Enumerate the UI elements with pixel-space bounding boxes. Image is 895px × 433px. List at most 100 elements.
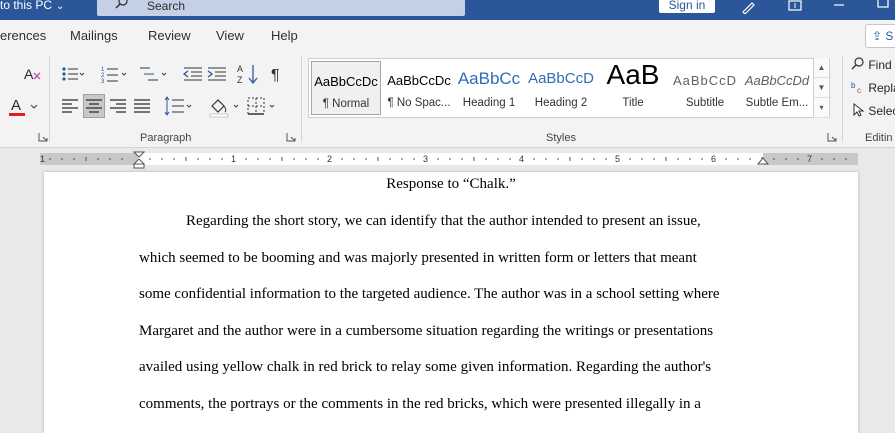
style-sample: AaBbCcD: [528, 70, 594, 87]
find-button[interactable]: Find: [851, 57, 892, 72]
shading-icon[interactable]: [208, 96, 242, 118]
paragraph-dialog-launcher-icon[interactable]: [286, 132, 296, 142]
gallery-down-icon[interactable]: ▼: [814, 78, 829, 98]
minimize-icon[interactable]: [830, 0, 848, 14]
style-heading-2[interactable]: AaBbCcD Heading 2: [526, 61, 596, 115]
align-center-icon: [86, 99, 102, 113]
search-placeholder: Search: [147, 0, 186, 13]
svg-text:Z: Z: [237, 75, 243, 85]
align-center-button[interactable]: [83, 94, 105, 118]
sort-icon[interactable]: AZ: [236, 62, 260, 86]
find-label: Find: [868, 58, 892, 72]
style-subtle-emphasis[interactable]: AaBbCcDd Subtle Em...: [742, 61, 812, 115]
ruler-track[interactable]: 1 1 2 3 4 5 6 7: [40, 153, 858, 165]
font-dialog-launcher-icon[interactable]: [38, 132, 48, 142]
select-label: Selec: [868, 104, 895, 118]
document-line[interactable]: Regarding the short story, we can identi…: [186, 213, 701, 230]
cursor-arrow-icon: [853, 102, 865, 117]
style-sample: AaB: [606, 59, 660, 90]
horizontal-ruler[interactable]: 1 1 2 3 4 5 6 7: [0, 149, 895, 169]
document-line[interactable]: comments, the portrays or the comments i…: [139, 396, 701, 413]
svg-text:¶: ¶: [271, 67, 280, 84]
style-name: Subtitle: [685, 97, 725, 109]
document-location[interactable]: to this PC ⌄: [0, 0, 64, 20]
style-name: Title: [622, 97, 644, 109]
style-sample: AaBbCcDd: [744, 73, 810, 88]
clear-formatting-icon[interactable]: A: [22, 64, 42, 84]
tab-mailings[interactable]: Mailings: [70, 28, 118, 43]
ruler-number: 4: [519, 154, 525, 164]
document-line[interactable]: which seemed to be booming and was major…: [139, 250, 697, 267]
sign-in-button[interactable]: Sign in: [659, 0, 715, 13]
decrease-indent-icon[interactable]: [182, 64, 204, 84]
gallery-more-icon[interactable]: ▾: [814, 98, 829, 118]
style-sample: AaBbCcD: [672, 73, 738, 88]
find-icon: [851, 57, 864, 70]
svg-text:c: c: [857, 86, 861, 94]
style-sample: AaBbCcDc: [314, 74, 378, 89]
style-name: ¶ No Spac...: [387, 97, 451, 109]
replace-label: Repla: [868, 81, 895, 95]
chevron-down-icon: ⌄: [56, 1, 65, 12]
ruler-number: 6: [711, 154, 717, 164]
align-right-icon[interactable]: [108, 96, 128, 116]
bullets-icon[interactable]: [60, 64, 84, 84]
align-left-icon[interactable]: [60, 96, 80, 116]
document-line[interactable]: Margaret and the author were in a cumber…: [139, 323, 713, 340]
tab-view[interactable]: View: [216, 28, 244, 43]
document-location-label: to this PC: [0, 0, 53, 12]
style-name: Heading 1: [462, 97, 516, 109]
replace-button[interactable]: bc Repla: [851, 80, 895, 95]
tab-review[interactable]: Review: [148, 28, 191, 43]
share-icon: ⇪: [872, 29, 883, 43]
ruler-ticks: [49, 157, 847, 161]
tab-help[interactable]: Help: [271, 28, 298, 43]
right-indent-marker-icon[interactable]: [757, 155, 769, 165]
increase-indent-icon[interactable]: [206, 64, 228, 84]
document-page[interactable]: Response to “Chalk.” Regarding the short…: [44, 172, 858, 433]
style-heading-1[interactable]: AaBbCc Heading 1: [454, 61, 524, 115]
ruler-number: 1: [231, 154, 237, 164]
show-formatting-icon[interactable]: ¶: [268, 64, 288, 84]
style-name: ¶ Normal: [322, 98, 370, 110]
ribbon-display-icon[interactable]: [786, 0, 804, 14]
maximize-icon[interactable]: [874, 0, 892, 14]
ruler-number: 3: [423, 154, 429, 164]
styles-gallery-scroll: ▲ ▼ ▾: [813, 58, 829, 118]
style-title[interactable]: AaB Title: [598, 59, 668, 115]
ruler-number: 5: [615, 154, 621, 164]
svg-text:A: A: [11, 97, 21, 114]
style-subtitle[interactable]: AaBbCcD Subtitle: [670, 61, 740, 115]
numbering-icon[interactable]: 123: [100, 64, 130, 84]
ribbon-tabs: erences Mailings Review View Help: [0, 20, 895, 52]
line-spacing-icon[interactable]: [162, 96, 194, 116]
font-color-icon[interactable]: A: [8, 96, 28, 118]
styles-group-label: Styles: [546, 132, 576, 144]
select-button[interactable]: Selec: [851, 102, 895, 118]
document-title[interactable]: Response to “Chalk.”: [44, 176, 858, 193]
ruler-number: 2: [327, 154, 333, 164]
ruler-number: 1: [40, 154, 46, 164]
search-box[interactable]: Search: [97, 0, 465, 16]
gallery-up-icon[interactable]: ▲: [814, 58, 829, 78]
document-line[interactable]: some confidential information to the tar…: [139, 286, 720, 303]
search-icon: [115, 0, 128, 9]
style-normal[interactable]: AaBbCcDc ¶ Normal: [311, 61, 381, 115]
paragraph-group-label: Paragraph: [140, 132, 192, 144]
share-button[interactable]: ⇪ S: [865, 24, 895, 48]
title-bar: to this PC ⌄ Search Sign in: [0, 0, 895, 20]
multilevel-list-icon[interactable]: [138, 64, 170, 84]
replace-icon: bc: [851, 81, 861, 95]
pen-icon[interactable]: [740, 0, 758, 14]
chevron-down-icon[interactable]: [29, 102, 39, 112]
style-name: Subtle Em...: [745, 97, 809, 109]
document-line[interactable]: availed using yellow chalk in red brick …: [139, 359, 711, 376]
tab-references[interactable]: erences: [0, 28, 46, 43]
borders-icon[interactable]: [246, 96, 280, 116]
indent-marker-icon[interactable]: [133, 151, 145, 169]
style-no-spacing[interactable]: AaBbCcDc ¶ No Spac...: [384, 61, 454, 115]
justify-icon[interactable]: [132, 96, 152, 116]
style-sample: AaBbCc: [457, 69, 521, 88]
editing-group-label: Editin: [865, 132, 893, 144]
styles-dialog-launcher-icon[interactable]: [827, 132, 837, 142]
